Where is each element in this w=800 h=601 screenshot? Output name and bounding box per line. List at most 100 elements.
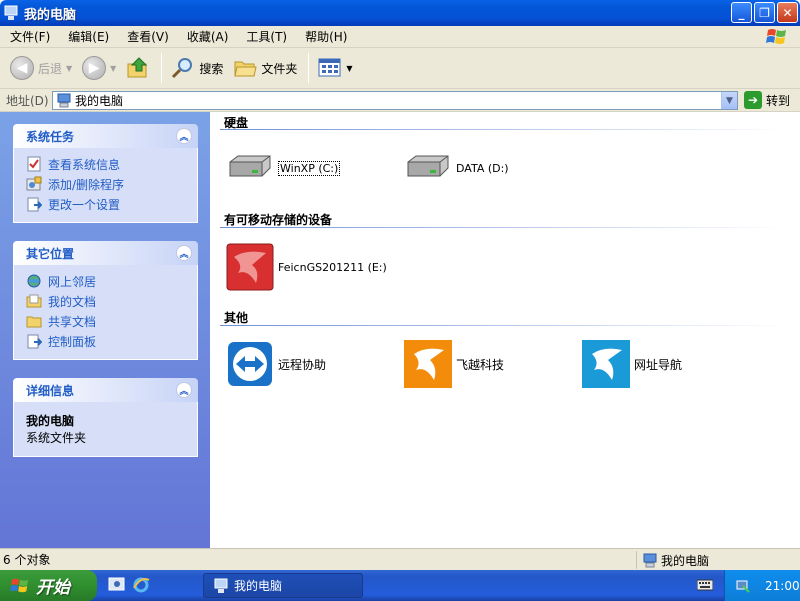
search-button[interactable]: 搜索 [167, 52, 227, 84]
close-button[interactable]: ✕ [777, 2, 798, 23]
site-navigation-item[interactable]: 网址导航 [582, 340, 682, 388]
add-remove-programs-link[interactable]: 添加/删除程序 [26, 174, 197, 194]
address-label: 地址(D) [6, 93, 49, 108]
menu-bar: 文件(F) 编辑(E) 查看(V) 收藏(A) 工具(T) 帮助(H) [0, 26, 800, 48]
folders-button[interactable]: 文件夹 [229, 52, 301, 84]
hard-drive-icon [407, 155, 449, 177]
toolbar: ◀ 后退 ▼ ▶ ▼ 搜索 文件夹 ▼ [0, 48, 800, 89]
windows-logo-icon [762, 26, 792, 48]
tray-network-icon[interactable] [735, 578, 751, 594]
minimize-button[interactable]: _ [731, 2, 752, 23]
feiyue-tech-item[interactable]: 飞越科技 [404, 340, 504, 388]
hard-drive-icon [229, 155, 271, 177]
restore-button[interactable]: ❐ [754, 2, 775, 23]
view-system-info-link[interactable]: 查看系统信息 [26, 154, 197, 174]
change-setting-link[interactable]: 更改一个设置 [26, 194, 197, 214]
computer-icon [643, 553, 657, 567]
menu-favorites[interactable]: 收藏(A) [181, 28, 235, 45]
drive-c-item[interactable]: WinXP (C:) [226, 152, 341, 184]
menu-file[interactable]: 文件(F) [4, 28, 56, 45]
drive-c-label: WinXP (C:) [278, 160, 341, 176]
up-folder-button[interactable] [122, 52, 154, 84]
chevron-down-icon: ▼ [346, 63, 353, 73]
go-button[interactable]: ➔ 转到 [744, 91, 790, 109]
documents-folder-icon [26, 294, 42, 308]
quicklaunch-desktop-icon[interactable] [108, 576, 126, 594]
forward-button[interactable]: ▶ ▼ [78, 52, 120, 84]
details-type: 系统文件夹 [26, 431, 87, 445]
computer-icon [214, 578, 228, 593]
group-divider [220, 129, 790, 130]
start-button[interactable]: 开始 [0, 570, 97, 601]
views-icon [318, 58, 341, 77]
window-title: 我的电脑 [24, 7, 77, 23]
drive-d-item[interactable]: DATA (D:) [404, 152, 509, 184]
back-button[interactable]: ◀ 后退 ▼ [6, 52, 76, 84]
forward-arrow-icon: ▶ [82, 56, 107, 80]
system-tasks-panel: 系统任务 ︽ 查看系统信息 添加/删除程序 更改一个设置 [13, 124, 198, 223]
details-name: 我的电脑 [26, 414, 75, 428]
views-button[interactable]: ▼ [314, 52, 356, 84]
drive-d-label: DATA (D:) [456, 161, 509, 175]
control-panel-icon [27, 334, 42, 349]
menu-tools[interactable]: 工具(T) [240, 28, 293, 45]
system-info-icon [27, 156, 41, 172]
collapse-icon[interactable]: ︽ [176, 382, 192, 398]
remote-assistance-label: 远程协助 [278, 357, 327, 372]
computer-icon [4, 5, 18, 20]
address-dropdown-button[interactable]: ▼ [721, 92, 737, 109]
my-documents-link[interactable]: 我的文档 [26, 291, 197, 311]
object-count: 6 个对象 [3, 553, 51, 567]
network-places-link[interactable]: 网上邻居 [26, 271, 197, 291]
clock[interactable]: 21:00 [765, 579, 800, 593]
drive-e-label: FeicnGS201211 (E:) [278, 260, 387, 274]
other-places-panel: 其它位置 ︽ 网上邻居 我的文档 共享文档 控制面板 [13, 241, 198, 360]
internet-explorer-icon[interactable] [132, 576, 150, 594]
collapse-icon[interactable]: ︽ [176, 245, 192, 261]
network-globe-icon [27, 274, 41, 288]
system-tray: 21:00 [724, 570, 800, 601]
feiyue-tech-icon [404, 340, 452, 388]
status-location: 我的电脑 [636, 551, 709, 569]
task-pane: 系统任务 ︽ 查看系统信息 添加/删除程序 更改一个设置 其它位置 ︽ 网上邻居… [0, 112, 210, 548]
chevron-down-icon: ▼ [66, 63, 73, 73]
group-divider [220, 325, 790, 326]
windows-logo-icon [10, 578, 29, 592]
computer-icon [57, 93, 71, 108]
group-title-removable: 有可移动存储的设备 [224, 213, 333, 227]
site-navigation-label: 网址导航 [634, 357, 683, 372]
drive-e-item[interactable]: FeicnGS201211 (E:) [226, 243, 387, 291]
taskbar: 开始 我的电脑 21:00 [0, 570, 800, 601]
site-navigation-icon [582, 340, 630, 388]
remote-assistance-icon [228, 342, 272, 386]
remote-assistance-item[interactable]: 远程协助 [226, 340, 326, 388]
menu-help[interactable]: 帮助(H) [299, 28, 353, 45]
group-divider [220, 227, 790, 228]
programs-icon [26, 176, 42, 191]
group-title-other: 其他 [224, 311, 249, 325]
menu-view[interactable]: 查看(V) [121, 28, 175, 45]
search-icon [172, 58, 193, 79]
address-bar: 地址(D) 我的电脑 ▼ ➔ 转到 [0, 89, 800, 112]
feiyue-tech-label: 飞越科技 [456, 357, 505, 372]
address-value: 我的电脑 [75, 94, 124, 108]
content-area: 硬盘 WinXP (C:) DATA (D:) 有可移动存储的设备 FeicnG… [210, 112, 800, 548]
shared-folder-icon [26, 316, 42, 328]
details-header[interactable]: 详细信息 ︽ [13, 378, 198, 402]
control-panel-link[interactable]: 控制面板 [26, 331, 197, 351]
status-bar: 6 个对象 我的电脑 [0, 548, 800, 570]
go-arrow-icon: ➔ [744, 91, 762, 109]
title-bar[interactable]: 我的电脑 _ ❐ ✕ [0, 0, 800, 26]
chevron-down-icon: ▼ [110, 63, 117, 73]
keyboard-icon[interactable] [697, 578, 713, 592]
up-folder-icon [127, 57, 148, 78]
toolbar-separator [161, 53, 163, 83]
address-input[interactable]: 我的电脑 ▼ [52, 91, 738, 110]
menu-edit[interactable]: 编辑(E) [62, 28, 115, 45]
system-tasks-header[interactable]: 系统任务 ︽ [13, 124, 198, 148]
other-places-header[interactable]: 其它位置 ︽ [13, 241, 198, 265]
shared-documents-link[interactable]: 共享文档 [26, 311, 197, 331]
settings-icon [27, 197, 42, 212]
taskbar-my-computer[interactable]: 我的电脑 [203, 573, 363, 598]
collapse-icon[interactable]: ︽ [176, 128, 192, 144]
